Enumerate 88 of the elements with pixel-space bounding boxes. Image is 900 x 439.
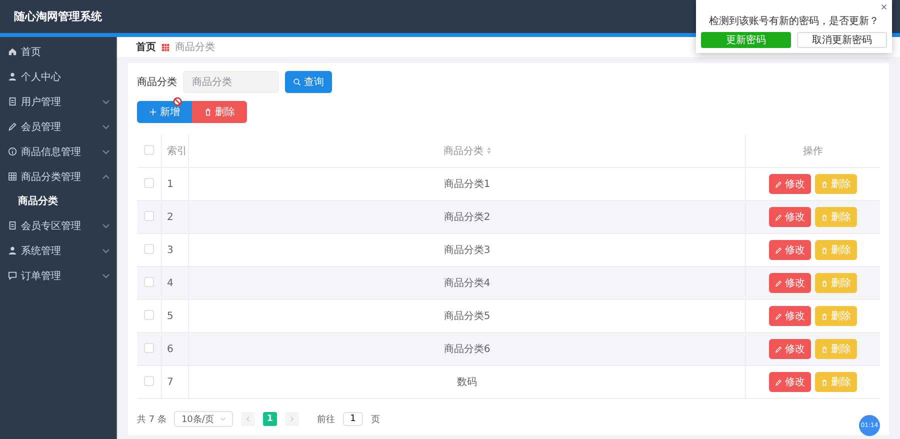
app-title: 随心淘网管理系统 xyxy=(14,9,102,24)
search-button[interactable]: 查询 xyxy=(285,71,332,93)
table-cell: 7 xyxy=(162,366,188,398)
edit-button[interactable]: 修改 xyxy=(769,372,811,392)
column-header: 索引 xyxy=(162,135,188,168)
doc-icon xyxy=(8,221,17,230)
pencil-icon xyxy=(775,246,782,254)
close-icon[interactable] xyxy=(881,4,887,10)
info-icon xyxy=(8,147,17,156)
breadcrumb-link[interactable]: 首页 xyxy=(136,40,156,54)
table-cell: 2 xyxy=(162,200,188,234)
search-field[interactable]: 商品分类 xyxy=(183,71,279,93)
trash-icon xyxy=(821,246,828,254)
search-label: 商品分类 xyxy=(137,76,177,89)
edit-button[interactable]: 修改 xyxy=(769,174,811,194)
column-header: 操作 xyxy=(746,135,880,168)
grid-icon xyxy=(161,42,170,52)
goto-page-field[interactable]: 1 xyxy=(342,412,363,426)
trash-icon xyxy=(204,108,212,116)
pencil-icon xyxy=(775,180,782,188)
table-cell: 4 xyxy=(162,266,188,300)
user-icon xyxy=(8,246,17,255)
table-cell: 商品分类6 xyxy=(188,332,746,366)
trash-icon xyxy=(821,280,828,286)
not-allowed-cursor-icon xyxy=(173,97,182,106)
column-header[interactable]: 商品分类 xyxy=(443,146,484,157)
menu-item[interactable]: 用户管理 xyxy=(0,89,116,114)
table-cell: 商品分类4 xyxy=(188,266,746,300)
menu-item[interactable]: 商品信息管理 xyxy=(0,139,116,164)
row-checkbox[interactable] xyxy=(144,244,154,254)
edit-button[interactable]: 修改 xyxy=(769,273,811,293)
menu-item[interactable]: 个人中心 xyxy=(0,64,116,89)
popup-message: 检测到该账号有新的密码，是否更新？ xyxy=(708,14,880,28)
search-icon xyxy=(293,78,301,86)
menu-item[interactable]: 首页 xyxy=(0,39,116,64)
breadcrumb-current: 商品分类 xyxy=(175,40,215,54)
edit-button[interactable]: 修改 xyxy=(769,240,811,260)
page-button[interactable]: 1 xyxy=(262,412,277,426)
delete-button[interactable]: 删除 xyxy=(192,101,247,123)
edit-button[interactable]: 修改 xyxy=(769,207,811,227)
confirm-button[interactable]: 更新密码 xyxy=(701,32,791,48)
table-cell: 商品分类2 xyxy=(188,200,746,234)
pencil-icon xyxy=(775,312,782,320)
menu-item[interactable]: 订单管理 xyxy=(0,263,116,288)
prev-page-button[interactable] xyxy=(240,412,255,426)
pencil-icon xyxy=(775,378,782,386)
user-icon xyxy=(8,72,17,81)
select-all-checkbox[interactable] xyxy=(144,144,154,154)
add-button[interactable]: 新增 xyxy=(137,101,192,123)
menu-item[interactable]: 会员管理 xyxy=(0,114,116,139)
total-count: 共 7 条 xyxy=(137,414,166,426)
row-checkbox[interactable] xyxy=(144,342,154,352)
pencil-icon xyxy=(775,280,782,286)
row-checkbox[interactable] xyxy=(144,376,154,386)
edit-button[interactable]: 修改 xyxy=(769,339,811,359)
pencil-icon xyxy=(775,214,782,220)
trash-icon xyxy=(821,180,828,188)
edit-button[interactable]: 修改 xyxy=(769,306,811,326)
chevron-icon xyxy=(220,416,226,422)
table-cell: 数码 xyxy=(188,366,746,398)
trash-icon xyxy=(821,214,828,220)
row-checkbox[interactable] xyxy=(144,310,154,320)
menu-item[interactable]: 会员专区管理 xyxy=(0,213,116,238)
row-checkbox[interactable] xyxy=(144,178,154,188)
chevron-icon xyxy=(288,416,295,422)
pencil-icon xyxy=(775,346,782,352)
sort-icon[interactable] xyxy=(486,147,491,154)
chevron-icon xyxy=(244,416,251,422)
doc-icon xyxy=(8,97,17,106)
row-checkbox[interactable] xyxy=(144,210,154,220)
pen-icon xyxy=(8,122,17,131)
grid-icon xyxy=(8,172,17,181)
menu-item[interactable]: 商品分类管理 xyxy=(0,164,116,189)
cancel-button[interactable]: 取消更新密码 xyxy=(797,32,887,48)
trash-icon xyxy=(821,378,828,386)
next-page-button[interactable] xyxy=(284,412,299,426)
submenu-item[interactable]: 商品分类 xyxy=(0,189,116,213)
home-icon xyxy=(8,47,17,56)
row-checkbox[interactable] xyxy=(144,276,154,286)
chat-icon xyxy=(8,271,17,280)
table-cell: 6 xyxy=(162,332,188,366)
plus-icon xyxy=(149,108,157,116)
trash-icon xyxy=(821,346,828,352)
page-suffix: 页 xyxy=(370,414,380,426)
trash-icon xyxy=(821,312,828,320)
page-size-select[interactable]: 10条/页 xyxy=(174,411,233,427)
goto-label: 前往 xyxy=(316,414,335,426)
menu-item[interactable]: 系统管理 xyxy=(0,238,116,263)
